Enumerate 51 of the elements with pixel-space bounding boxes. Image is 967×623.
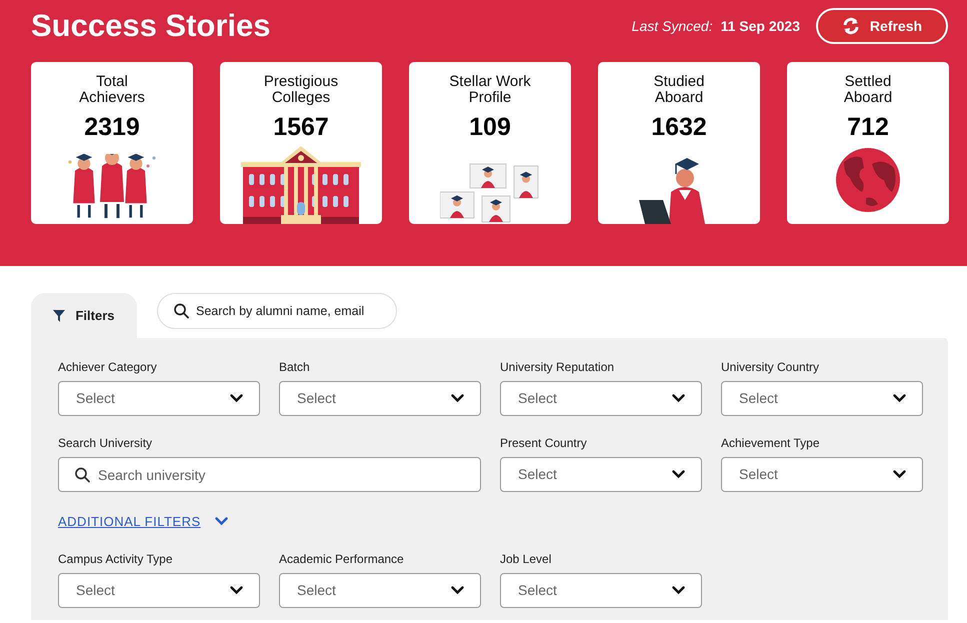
chevron-down-icon — [893, 394, 906, 403]
select-field[interactable]: Select — [58, 381, 260, 416]
stat-value: 1567 — [273, 112, 329, 142]
stat-value: 2319 — [84, 112, 140, 142]
field-label: Job Level — [500, 552, 552, 566]
stat-label: Stellar Work Profile — [448, 74, 532, 106]
field-label: Search University — [58, 436, 154, 450]
globe-icon — [836, 148, 900, 212]
select-field[interactable]: Select — [500, 572, 702, 608]
filters-tab[interactable]: Filters — [31, 293, 137, 338]
field-label: Academic Performance — [279, 552, 405, 566]
field-label: Achiever Category — [58, 360, 158, 374]
stat-label: Total Achievers — [78, 74, 146, 106]
chevron-down-icon — [672, 394, 685, 403]
stat-label: Studied Aboard — [652, 74, 706, 106]
filter-icon — [53, 310, 66, 322]
field-label: Campus Activity Type — [58, 552, 174, 566]
select-field[interactable]: Select — [58, 572, 260, 608]
last-synced-date: 11 Sep 2023 — [720, 16, 800, 36]
stat-value: 109 — [469, 112, 511, 142]
field-label: University Country — [721, 360, 820, 374]
refresh-icon — [842, 17, 860, 35]
chevron-down-icon — [230, 394, 243, 403]
select-field[interactable]: Select — [721, 381, 923, 416]
search-icon — [174, 304, 189, 318]
field-label: Present Country — [500, 436, 588, 450]
last-synced-label: Last Synced: — [632, 16, 713, 36]
field-label: University Reputation — [500, 360, 616, 374]
chevron-down-icon — [451, 394, 464, 403]
search-icon — [75, 467, 90, 482]
chevron-down-icon — [672, 586, 685, 594]
chevron-down-icon — [893, 470, 906, 479]
refresh-button[interactable]: Refresh — [816, 8, 948, 44]
search-field[interactable]: Search university — [58, 457, 481, 492]
select-field[interactable]: Select — [721, 457, 923, 492]
select-field[interactable]: Select — [279, 381, 481, 416]
page-title: Success Stories — [31, 8, 271, 44]
chevron-down-icon — [672, 470, 685, 479]
field-label: Batch — [279, 360, 311, 374]
select-field[interactable]: Select — [500, 457, 702, 492]
chevron-down-icon — [451, 586, 464, 594]
chevron-down-icon — [214, 517, 228, 526]
stat-value: 1632 — [651, 112, 707, 142]
stat-value: 712 — [847, 112, 889, 142]
field-label: Achievement Type — [721, 436, 821, 450]
chevron-down-icon — [230, 586, 243, 594]
stat-label: Settled Aboard — [842, 74, 894, 106]
additional-filters-link[interactable]: ADDITIONAL FILTERS — [58, 512, 201, 532]
select-field[interactable]: Select — [279, 572, 481, 608]
stat-label: Prestigious Colleges — [262, 74, 340, 106]
select-field[interactable]: Select — [500, 381, 702, 416]
